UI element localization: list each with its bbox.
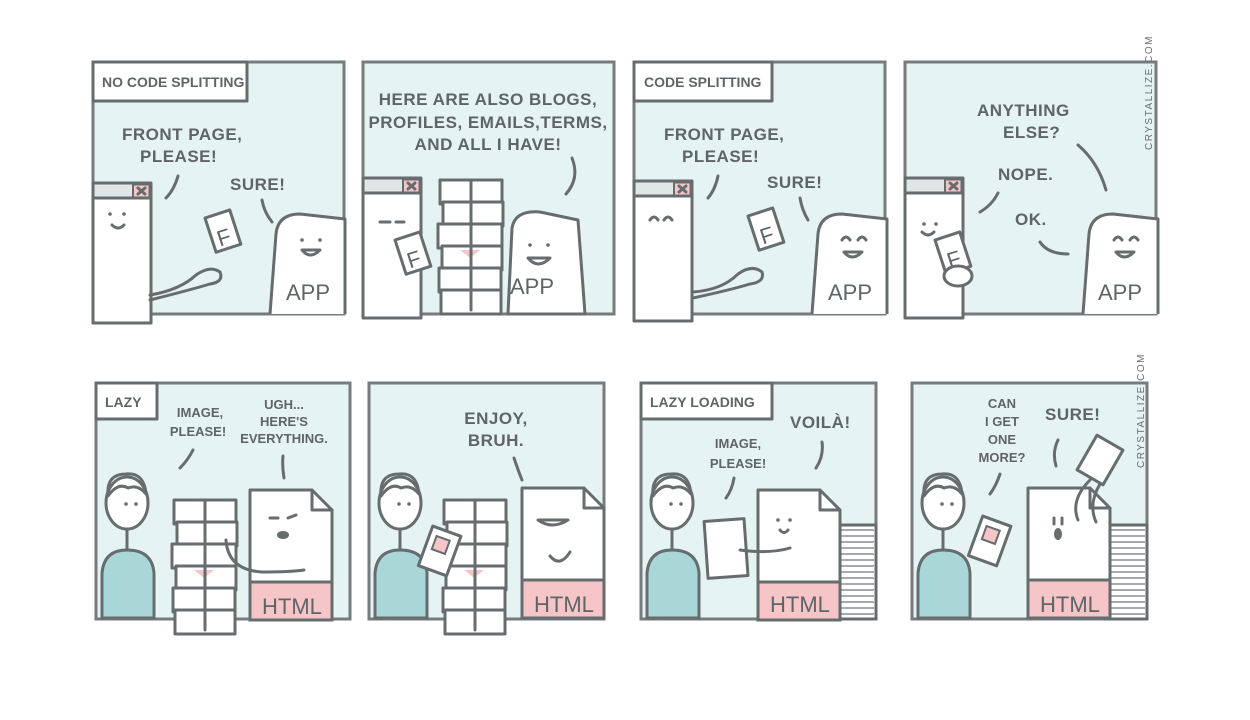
speech-text: ANYTHING — [977, 101, 1070, 120]
speech-text: PLEASE! — [682, 147, 759, 166]
paper-stack — [170, 498, 239, 636]
panel-one-more: CRYSTALLIZE.COM CAN I GET ONE MORE? SURE… — [910, 353, 1149, 621]
speech-text: ONE — [988, 432, 1017, 447]
speech-text: SURE! — [230, 175, 285, 194]
speech-text: FRONT PAGE, — [664, 125, 784, 144]
speech-text: EVERYTHING. — [240, 431, 328, 446]
speech-text: FRONT PAGE, — [122, 125, 242, 144]
speech-text: SURE! — [767, 173, 822, 192]
panel-lazy: LAZY IMAGE, PLEASE! UGH... HERE'S EVERYT… — [94, 381, 352, 636]
panel-too-much-content: HERE ARE ALSO BLOGS, PROFILES, EMAILS,TE… — [361, 60, 616, 320]
browser-character — [632, 179, 694, 323]
html-label: HTML — [534, 592, 594, 617]
watermark: CRYSTALLIZE.COM — [1144, 35, 1155, 150]
speech-text: HERE'S — [260, 414, 308, 429]
speech-text: CAN — [988, 396, 1016, 411]
panel-enjoy: ENJOY, BRUH. HTML — [367, 381, 606, 636]
app-label: APP — [510, 274, 554, 299]
html-label: HTML — [770, 592, 830, 617]
speech-text: AND ALL I HAVE! — [415, 135, 562, 154]
speech-text: ENJOY, — [464, 409, 527, 428]
panel-label: NO CODE SPLITTING — [102, 74, 244, 90]
html-label: HTML — [1040, 592, 1100, 617]
panel-anything-else: CRYSTALLIZE.COM ANYTHING ELSE? NOPE. OK.… — [903, 35, 1160, 320]
line-stack — [834, 523, 878, 621]
panel-code-splitting: CODE SPLITTING FRONT PAGE, PLEASE! SURE!… — [632, 60, 889, 323]
panel-label: CODE SPLITTING — [644, 74, 762, 90]
speech-text: IMAGE, — [177, 405, 223, 420]
panel-label: LAZY — [105, 394, 142, 410]
app-label: APP — [1098, 280, 1142, 305]
speech-text: SURE! — [1045, 405, 1100, 424]
panel-no-code-splitting: NO CODE SPLITTING FRONT PAGE, PLEASE! SU… — [91, 60, 347, 325]
speech-text: BRUH. — [468, 431, 524, 450]
paper-stack — [436, 178, 505, 316]
speech-text: MORE? — [979, 450, 1026, 465]
app-label: APP — [286, 280, 330, 305]
speech-text: PLEASE! — [170, 424, 226, 439]
image-paper — [702, 517, 750, 580]
speech-text: NOPE. — [998, 165, 1053, 184]
speech-text: VOILÀ! — [790, 413, 851, 432]
speech-text: PLEASE! — [710, 456, 766, 471]
panel-lazy-loading: LAZY LOADING VOILÀ! IMAGE, PLEASE! HTML — [639, 381, 878, 622]
speech-text: UGH... — [264, 397, 304, 412]
speech-text: HERE ARE ALSO BLOGS, — [379, 90, 597, 109]
panel-label: LAZY LOADING — [650, 394, 755, 410]
comic-strip: NO CODE SPLITTING FRONT PAGE, PLEASE! SU… — [91, 35, 1160, 636]
speech-text: OK. — [1015, 210, 1047, 229]
speech-text: I GET — [985, 414, 1019, 429]
watermark: CRYSTALLIZE.COM — [1136, 353, 1147, 468]
speech-text: PLEASE! — [140, 147, 217, 166]
speech-text: IMAGE, — [715, 436, 761, 451]
html-label: HTML — [262, 594, 322, 619]
speech-text: PROFILES, EMAILS,TERMS, — [368, 113, 607, 132]
paper-stack — [440, 498, 509, 636]
browser-character — [91, 181, 153, 325]
speech-text: ELSE? — [1003, 123, 1060, 142]
app-label: APP — [828, 280, 872, 305]
